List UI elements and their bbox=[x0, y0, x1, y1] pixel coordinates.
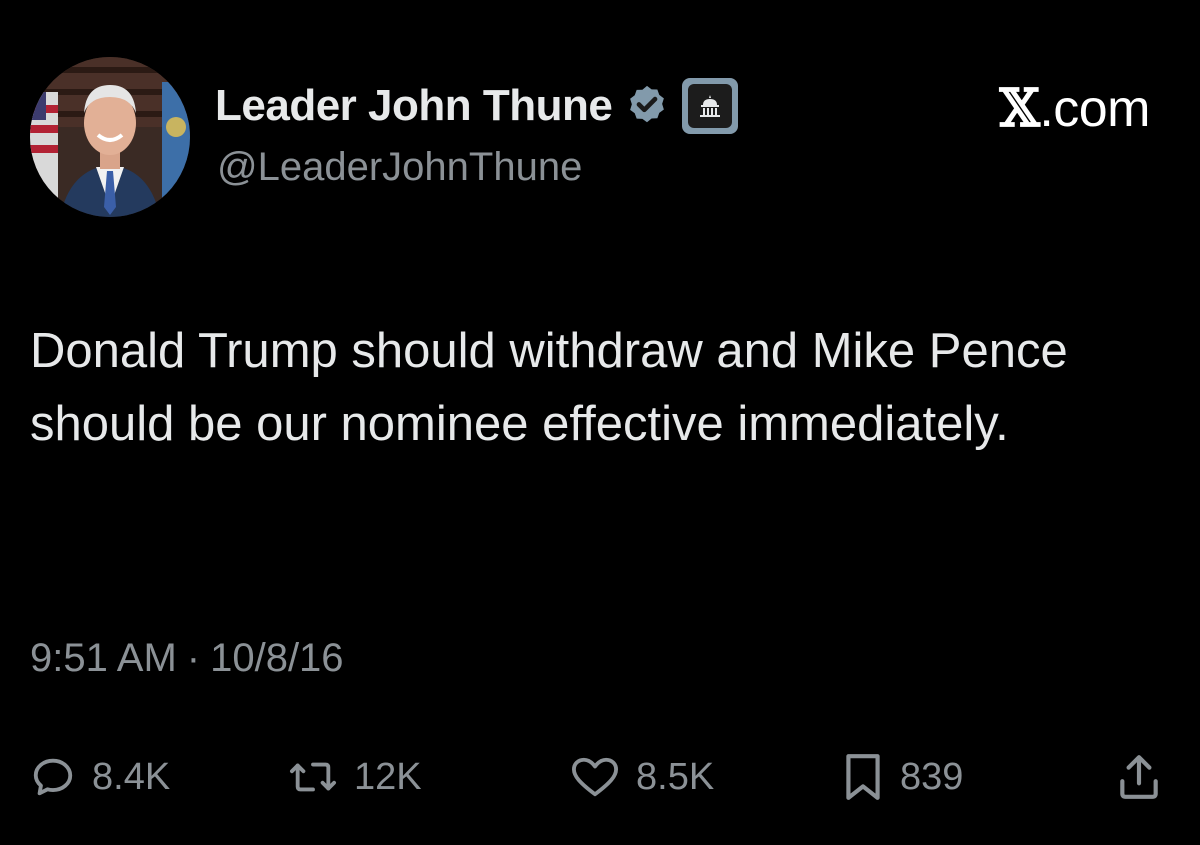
like-button[interactable]: 8.5K bbox=[570, 745, 714, 809]
tweet-time: 9:51 AM bbox=[30, 636, 177, 680]
like-count: 8.5K bbox=[636, 755, 715, 798]
bookmark-button[interactable]: 839 bbox=[842, 745, 963, 809]
engagement-bar: 8.4K 12K 8.5K 839 bbox=[30, 745, 1170, 809]
share-button[interactable] bbox=[1116, 745, 1162, 809]
reply-icon bbox=[33, 758, 73, 796]
tweet-text: Donald Trump should withdraw and Mike Pe… bbox=[30, 324, 1068, 451]
share-icon bbox=[1120, 755, 1158, 799]
timestamp-separator: · bbox=[186, 636, 201, 680]
tweet-timestamp[interactable]: 9:51 AM · 10/8/16 bbox=[30, 636, 344, 681]
x-logo-icon: 𝕏 bbox=[999, 78, 1040, 139]
bookmark-count: 839 bbox=[900, 755, 964, 798]
tweet-date: 10/8/16 bbox=[210, 636, 344, 680]
tweet-card: Leader John Thune @LeaderJohnThune 𝕏.com… bbox=[0, 0, 1200, 845]
retweet-button[interactable]: 12K bbox=[288, 745, 422, 809]
retweet-count: 12K bbox=[354, 755, 422, 798]
author-display-name[interactable]: Leader John Thune bbox=[215, 81, 613, 131]
heart-icon bbox=[572, 757, 618, 797]
retweet-icon bbox=[289, 762, 336, 792]
capitol-building-icon bbox=[682, 78, 739, 134]
reply-count: 8.4K bbox=[92, 755, 171, 798]
x-com-brand: 𝕏.com bbox=[999, 78, 1150, 139]
author-name-row: Leader John Thune bbox=[215, 76, 739, 136]
author-handle[interactable]: @LeaderJohnThune bbox=[217, 145, 582, 190]
brand-suffix: .com bbox=[1039, 80, 1150, 138]
avatar[interactable] bbox=[30, 57, 190, 217]
bookmark-icon bbox=[846, 754, 880, 800]
reply-button[interactable]: 8.4K bbox=[30, 745, 170, 809]
verified-badge-icon bbox=[630, 85, 665, 123]
